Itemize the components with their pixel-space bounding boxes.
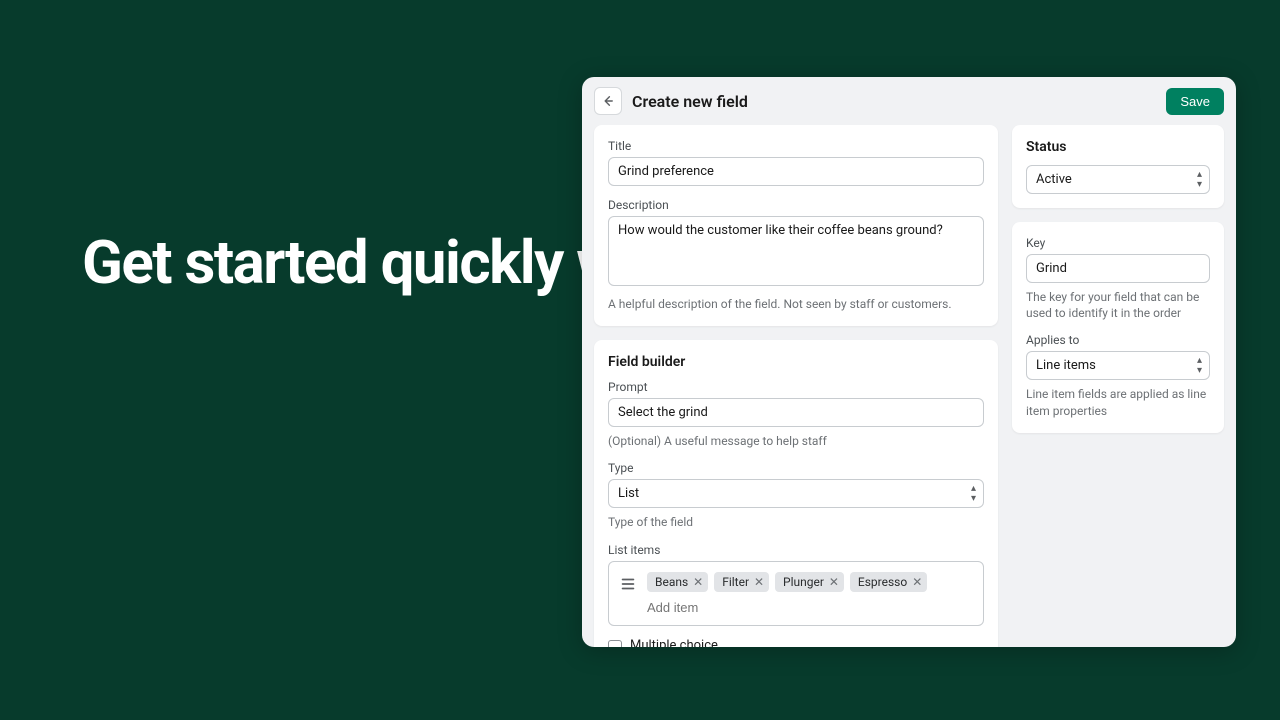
type-select[interactable]: List [608, 479, 984, 508]
key-label: Key [1026, 236, 1210, 250]
applies-to-select[interactable]: Line items [1026, 351, 1210, 380]
card-key-applies: Key The key for your field that can be u… [1012, 222, 1224, 433]
app-panel: Create new field Save Title Description … [582, 77, 1236, 647]
description-label: Description [608, 198, 984, 212]
field-builder-heading: Field builder [608, 354, 984, 370]
multiple-choice-label: Multiple choice [630, 638, 763, 647]
add-item-input[interactable] [647, 600, 973, 615]
applies-to-label: Applies to [1026, 333, 1210, 347]
title-input[interactable] [608, 157, 984, 186]
tag-espresso: Espresso✕ [850, 572, 927, 592]
title-label: Title [608, 139, 984, 153]
tags-row: Beans✕ Filter✕ Plunger✕ Espresso✕ [647, 572, 973, 592]
card-basic-info: Title Description How would the customer… [594, 125, 998, 326]
close-icon[interactable]: ✕ [911, 576, 923, 588]
list-items-label: List items [608, 543, 984, 557]
description-textarea[interactable]: How would the customer like their coffee… [608, 216, 984, 286]
status-select[interactable]: Active [1026, 165, 1210, 194]
save-button[interactable]: Save [1166, 88, 1224, 115]
close-icon[interactable]: ✕ [828, 576, 840, 588]
close-icon[interactable]: ✕ [753, 576, 765, 588]
prompt-label: Prompt [608, 380, 984, 394]
tag-plunger: Plunger✕ [775, 572, 844, 592]
page-title: Create new field [632, 92, 1156, 111]
close-icon[interactable]: ✕ [692, 576, 704, 588]
key-input[interactable] [1026, 254, 1210, 283]
applies-to-help: Line item fields are applied as line ite… [1026, 386, 1210, 418]
list-items-editor[interactable]: Beans✕ Filter✕ Plunger✕ Espresso✕ [608, 561, 984, 626]
tag-filter: Filter✕ [714, 572, 769, 592]
prompt-help: (Optional) A useful message to help staf… [608, 433, 984, 449]
topbar: Create new field Save [582, 77, 1236, 125]
arrow-left-icon [601, 94, 615, 108]
key-help: The key for your field that can be used … [1026, 289, 1210, 321]
tag-beans: Beans✕ [647, 572, 708, 592]
card-status: Status Active ▴▾ [1012, 125, 1224, 208]
list-icon [619, 575, 637, 593]
type-help: Type of the field [608, 514, 984, 530]
type-label: Type [608, 461, 984, 475]
multiple-choice-checkbox[interactable] [608, 640, 622, 647]
description-help: A helpful description of the field. Not … [608, 296, 984, 312]
back-button[interactable] [594, 87, 622, 115]
status-heading: Status [1026, 139, 1210, 155]
card-field-builder: Field builder Prompt (Optional) A useful… [594, 340, 998, 647]
prompt-input[interactable] [608, 398, 984, 427]
